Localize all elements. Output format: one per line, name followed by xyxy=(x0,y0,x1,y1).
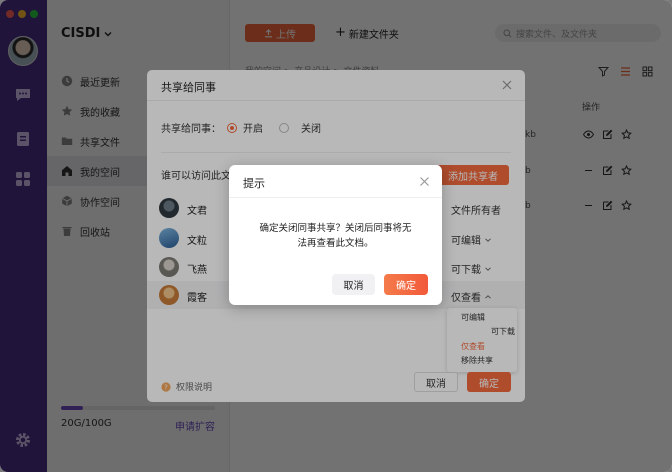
divider xyxy=(229,197,442,198)
app-window: CISDI 最近更新 我的收藏 共享文件 我的空间 协作空间 回收站 20G/1… xyxy=(0,0,672,472)
confirm-dialog: 提示 确定关闭同事共享？关闭后同事将无法再查看此文档。 取消 确定 xyxy=(229,165,442,305)
close-icon[interactable] xyxy=(419,176,430,187)
confirm-cancel-button[interactable]: 取消 xyxy=(332,274,375,295)
confirm-ok-button[interactable]: 确定 xyxy=(384,274,428,295)
confirm-dialog-title: 提示 xyxy=(243,177,265,190)
confirm-message: 确定关闭同事共享？关闭后同事将无法再查看此文档。 xyxy=(259,223,412,249)
